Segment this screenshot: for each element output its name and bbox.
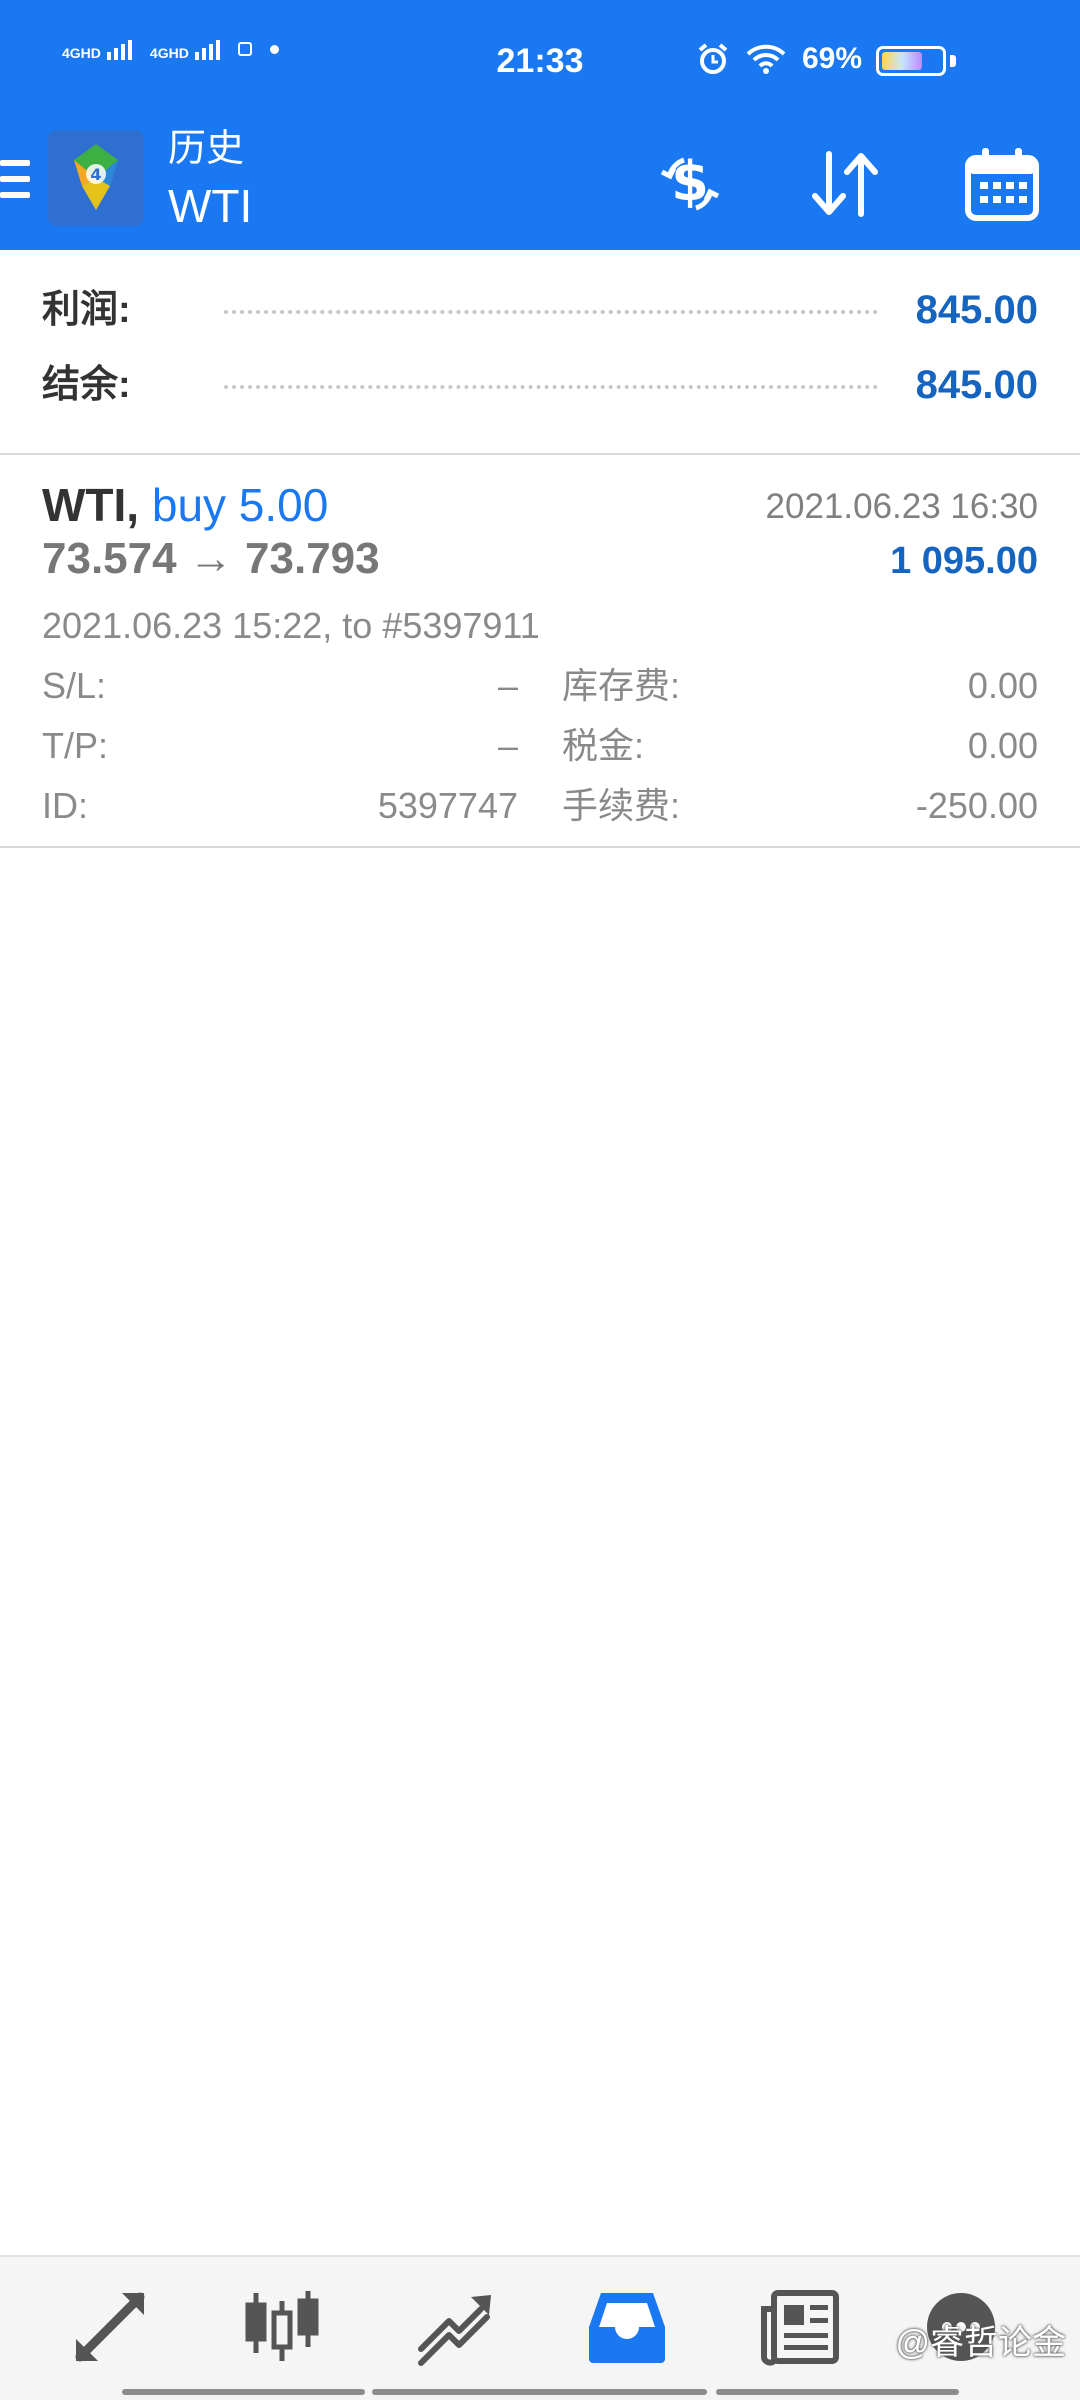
deal-close-time: 2021.06.23 16:30 [765,487,1038,526]
tax-value: 0.00 [967,725,1038,766]
status-bar: 4GHD 4GHD 21:33 69% [0,0,1080,120]
deal-open-info: 2021.06.23 15:22, to #5397911 [42,605,540,646]
page-title: 历史 [168,128,245,170]
wifi-icon [746,44,786,74]
dotted-leader [224,385,878,389]
page-subtitle: WTI [168,180,253,232]
sl-value: – [497,665,518,706]
balance-label: 结余: [42,364,131,406]
commission-label: 手续费: [562,785,681,826]
battery-icon [876,46,946,76]
profit-value: 845.00 [915,288,1038,332]
nav-indicator [716,2389,959,2395]
menu-icon[interactable] [0,154,30,204]
deal-profit: 1 095.00 [890,540,1038,582]
currency-exchange-icon[interactable]: $ [650,144,730,224]
summary-panel: 利润: 845.00 结余: 845.00 [0,250,1080,455]
watermark: @睿哲论金 [895,2324,1066,2362]
id-value: 5397747 [377,785,518,826]
trade-icon[interactable] [410,2287,500,2367]
deal-prices: 73.574 → 73.793 [42,534,380,583]
tax-label: 税金: [562,725,645,766]
metatrader-logo-icon: 4 [48,130,144,226]
tp-label: T/P: [42,725,109,766]
swap-label: 库存费: [562,665,681,706]
profit-row: 利润: 845.00 [42,280,1038,340]
balance-value: 845.00 [915,363,1038,407]
svg-text:4: 4 [90,165,101,184]
commission-value: -250.00 [915,785,1038,826]
bottom-navigation: @睿哲论金 [0,2255,1080,2400]
history-icon[interactable] [582,2287,672,2367]
deal-item[interactable]: WTI, buy 5.00 73.574 → 73.793 2021.06.23… [0,455,1080,848]
dotted-leader [224,310,878,314]
quotes-icon[interactable] [65,2287,155,2367]
title-block: 历史 WTI [168,124,252,238]
alarm-icon [698,43,728,74]
calendar-icon[interactable] [962,144,1042,224]
balance-row: 结余: 845.00 [42,355,1038,415]
profit-label: 利润: [42,289,131,331]
id-label: ID: [42,785,89,826]
battery-tip [950,55,956,67]
nav-indicator [372,2389,707,2395]
deal-type: buy 5.00 [151,479,329,531]
sl-label: S/L: [42,665,107,706]
swap-value: 0.00 [967,665,1038,706]
app-header: 4GHD 4GHD 21:33 69% 4 历史 WTI $ [0,0,1080,250]
nav-indicator [122,2389,365,2395]
chart-icon[interactable] [237,2287,327,2367]
sort-icon[interactable] [805,144,885,224]
deal-header: WTI, buy 5.00 [42,477,328,533]
news-icon[interactable] [755,2287,845,2367]
battery-percent: 69% [801,42,862,75]
toolbar: 4 历史 WTI $ [0,120,1080,250]
deal-symbol: WTI, [42,479,140,531]
tp-value: – [497,725,518,766]
